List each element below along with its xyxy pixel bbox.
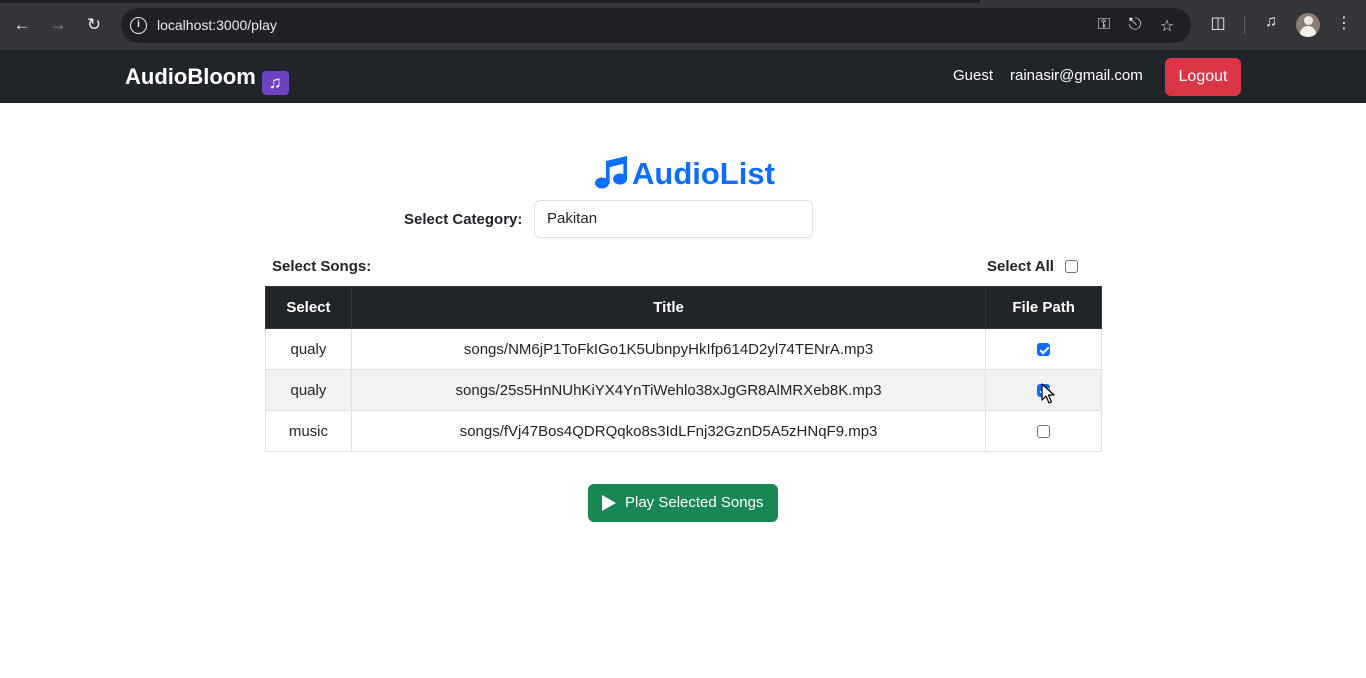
table-header-row: Select Title File Path — [265, 286, 1102, 329]
row-title: songs/NM6jP1ToFkIGo1K5UbnpyHkIfp614D2yl7… — [350, 328, 987, 370]
row-checkbox[interactable] — [1037, 425, 1051, 439]
select-all-checkbox[interactable] — [1065, 260, 1078, 273]
mouse-cursor-icon — [1041, 383, 1055, 404]
music-note-icon — [595, 156, 627, 189]
site-info-icon[interactable]: i — [130, 17, 147, 34]
table-row: qualy songs/NM6jP1ToFkIGo1K5UbnpyHkIfp61… — [265, 328, 1102, 370]
header-file-path: File Path — [985, 286, 1102, 329]
media-control-icon[interactable]: ♫ — [1260, 13, 1282, 31]
address-url[interactable]: localhost:3000/play — [157, 17, 277, 33]
table-row: qualy songs/25s5HnNUhKiYX4YnTiWehlo38xJg… — [265, 369, 1102, 411]
brand[interactable]: AudioBloom ♫ — [125, 64, 289, 95]
tab-strip-edge — [0, 0, 980, 3]
user-email: rainasir@gmail.com — [1010, 67, 1143, 84]
more-menu-icon[interactable]: ⋮ — [1333, 13, 1355, 33]
reload-icon[interactable]: ↻ — [82, 13, 106, 37]
avatar-body — [1300, 26, 1316, 37]
toolbar-divider — [1244, 16, 1245, 34]
play-icon — [602, 495, 616, 511]
user-role: Guest — [953, 67, 994, 84]
header-select: Select — [265, 286, 352, 329]
password-key-icon[interactable]: ⚿ — [1094, 16, 1114, 34]
select-all-label[interactable]: Select All — [987, 258, 1054, 275]
app-navbar: AudioBloom ♫ Guest rainasir@gmail.com Log… — [0, 50, 1366, 103]
category-label: Select Category: — [404, 211, 523, 228]
avatar-head — [1304, 16, 1313, 25]
bookmark-star-icon[interactable]: ☆ — [1157, 16, 1177, 36]
profile-avatar-icon[interactable] — [1296, 13, 1320, 37]
brand-name[interactable]: AudioBloom — [125, 64, 256, 89]
logout-button[interactable]: Logout — [1165, 58, 1241, 96]
row-title: songs/fVj47Bos4QDRQqko8s3IdLFnj32GznD5A5… — [350, 410, 987, 452]
row-category: qualy — [265, 369, 352, 411]
play-button-label: Play Selected Songs — [625, 494, 764, 511]
row-title: songs/25s5HnNUhKiYX4YnTiWehlo38xJgGR8AlM… — [350, 369, 987, 411]
songs-table: Select Title File Path qualy songs/NM6jP… — [265, 286, 1102, 452]
songs-label: Select Songs: — [272, 258, 372, 275]
row-checkbox[interactable] — [1037, 343, 1051, 357]
table-row: music songs/fVj47Bos4QDRQqko8s3IdLFnj32G… — [265, 410, 1102, 452]
row-checkbox-cell — [985, 410, 1102, 452]
row-category: qualy — [265, 328, 352, 370]
row-checkbox-cell — [985, 328, 1102, 370]
install-app-icon[interactable]: ⎋ — [1125, 16, 1145, 34]
address-bar[interactable]: i localhost:3000/play ⚿ ⎋ ☆ — [121, 8, 1191, 43]
forward-arrow-icon[interactable]: → — [46, 13, 70, 37]
music-notes-icon: ♫ — [261, 71, 289, 95]
browser-toolbar: ← → ↻ i localhost:3000/play ⚿ ⎋ ☆ ◫ ♫ ⋮ — [0, 0, 1366, 50]
category-select[interactable]: Pakitan — [534, 200, 813, 238]
header-title: Title — [350, 286, 987, 329]
page-title-text: AudioList — [632, 156, 775, 191]
page-title: AudioList — [594, 154, 775, 192]
back-arrow-icon[interactable]: ← — [10, 13, 34, 37]
extensions-icon[interactable]: ◫ — [1207, 13, 1229, 33]
row-category: music — [265, 410, 352, 452]
play-selected-songs-button[interactable]: Play Selected Songs — [588, 484, 778, 522]
